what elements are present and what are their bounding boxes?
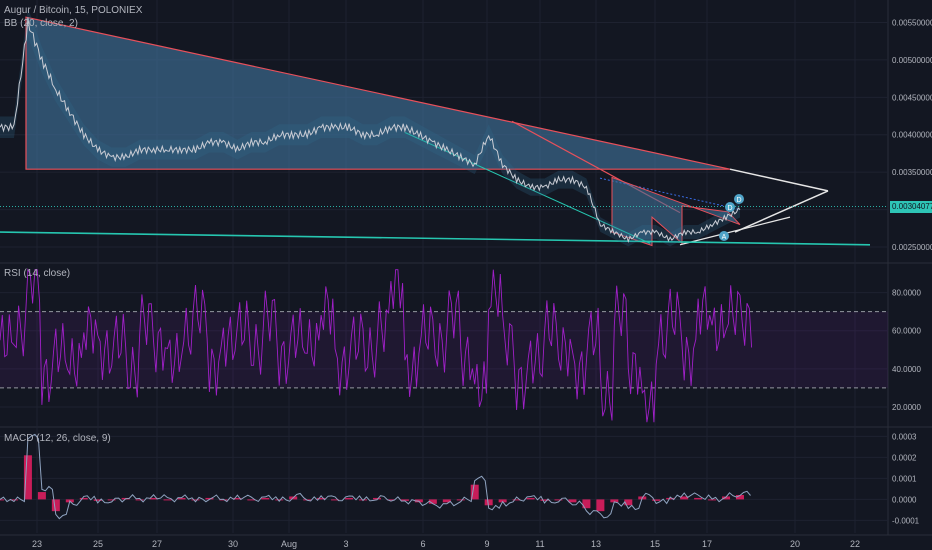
x-tick-label: 20: [790, 539, 800, 549]
rsi-tick-label: 40.0000: [892, 365, 921, 374]
x-tick-label: 6: [420, 539, 425, 549]
price-tick-label: 0.00500000: [892, 56, 932, 65]
x-tick-label: 13: [591, 539, 601, 549]
pattern-label: D: [736, 197, 741, 204]
macd-histogram-bar: [135, 499, 144, 501]
bb-indicator-label: BB (20, close, 2): [4, 18, 78, 29]
pattern-label: A: [722, 234, 727, 241]
x-tick-label: 23: [32, 539, 42, 549]
x-tick-label: 9: [484, 539, 489, 549]
macd-histogram-bar: [191, 499, 200, 501]
macd-tick-label: -0.0001: [892, 516, 920, 525]
macd-histogram-bar: [79, 497, 88, 500]
x-tick-label: 25: [93, 539, 103, 549]
macd-tick-label: 0.0002: [892, 453, 917, 462]
x-tick-label: Aug: [281, 539, 297, 549]
rsi-indicator-label: RSI (14, close): [4, 268, 71, 279]
macd-histogram-bar: [37, 492, 46, 500]
macd-histogram-bar: [345, 497, 354, 500]
x-tick-label: 30: [228, 539, 238, 549]
macd-tick-label: 0.0000: [892, 495, 917, 504]
price-tick-label: 0.00550000: [892, 18, 932, 27]
macd-histogram-bar: [163, 499, 172, 501]
x-tick-label: 11: [535, 539, 544, 549]
x-tick-label: 15: [650, 539, 660, 549]
pattern-label: D: [727, 205, 732, 212]
price-tick-label: 0.00400000: [892, 131, 932, 140]
triangle-extension-line: [734, 190, 829, 233]
x-tick-label: 27: [152, 539, 162, 549]
rsi-tick-label: 60.0000: [892, 327, 921, 336]
macd-indicator-label: MACD (12, 26, close, 9): [4, 433, 111, 444]
x-tick-label: 22: [850, 539, 860, 549]
macd-histogram-bar: [261, 497, 270, 500]
macd-histogram-bar: [526, 497, 535, 500]
x-tick-label: 17: [702, 539, 712, 549]
macd-histogram-bar: [275, 499, 284, 501]
macd-tick-label: 0.0003: [892, 432, 917, 441]
macd-histogram-bar: [51, 499, 60, 512]
macd-histogram-bar: [596, 499, 605, 512]
rsi-tick-label: 20.0000: [892, 403, 921, 412]
price-tick-label: 0.00250000: [892, 243, 932, 252]
macd-histogram-bar: [694, 497, 703, 500]
last-price-badge: 0.00304077: [890, 200, 932, 213]
macd-tick-label: 0.0001: [892, 474, 917, 483]
macd-histogram-bar: [456, 499, 465, 501]
chart-canvas[interactable]: 23 25 27 30 Aug 3 6 9 11 13 15 17 20 22 0.00550000 0.00…: [0, 0, 932, 550]
price-tick-label: 0.00450000: [892, 93, 932, 102]
rsi-tick-label: 80.0000: [892, 289, 921, 298]
symbol-title: Augur / Bitcoin, 15, POLONIEX: [4, 5, 143, 16]
price-tick-label: 0.00350000: [892, 168, 932, 177]
macd-series: [0, 433, 751, 520]
long-support-line: [0, 231, 871, 246]
x-tick-label: 3: [343, 539, 348, 549]
